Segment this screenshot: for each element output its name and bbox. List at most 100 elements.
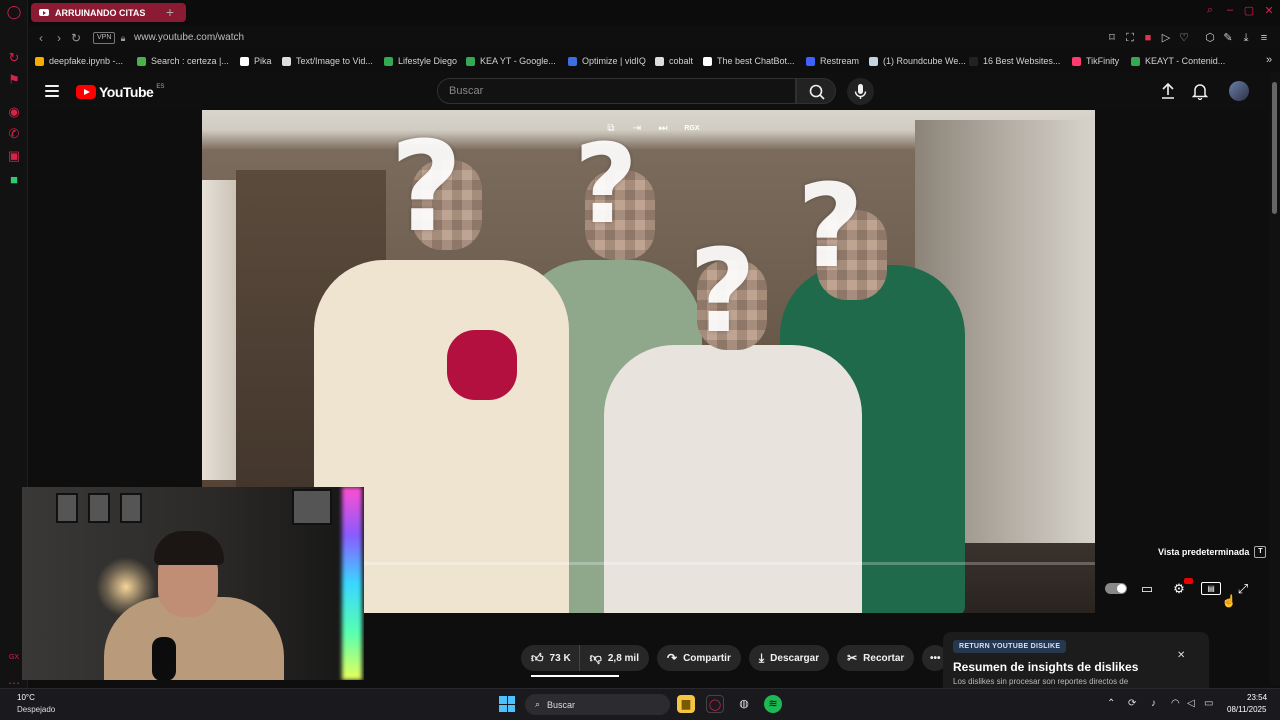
question-mark-overlay: ? — [390, 115, 463, 260]
ryd-tag: RETURN YOUTUBE DISLIKE — [953, 640, 1067, 653]
bookmark-label: deepfake.ipynb -... — [49, 56, 124, 66]
taskbar-date[interactable]: 08/11/2025 — [1227, 705, 1266, 714]
bookmark-icon[interactable]: ⌑ — [1105, 31, 1119, 45]
opera-gx-icon[interactable]: ◯ — [706, 695, 724, 713]
download-button[interactable]: ⤓ Descargar — [748, 645, 830, 671]
bookmark-favicon-icon — [240, 56, 249, 66]
whatsapp-icon[interactable]: ✆ — [6, 126, 22, 142]
player-icon[interactable]: ▷ — [1159, 31, 1173, 45]
bookmark-label: KEAYT - Contenid... — [1145, 56, 1226, 66]
dislike-button[interactable]: 👎︎ 2,8 mil — [578, 645, 649, 671]
hd-badge — [1184, 578, 1193, 584]
notifications-bell-icon[interactable] — [1191, 82, 1209, 101]
bookmark-label: TikFinity — [1086, 56, 1120, 66]
voice-search-button[interactable] — [847, 78, 874, 105]
instagram-icon[interactable]: ▣ — [6, 148, 22, 164]
forward-button[interactable]: › — [51, 30, 67, 46]
taskbar-time[interactable]: 23:54 — [1247, 693, 1267, 702]
bookmark-item[interactable]: Pika — [240, 54, 272, 68]
rgx-button[interactable]: RGX — [681, 122, 703, 136]
windows-start-icon[interactable] — [499, 696, 515, 712]
skip-icon[interactable]: ⏭ — [655, 122, 671, 136]
scrollbar-thumb[interactable] — [1272, 82, 1277, 214]
minimize-button[interactable]: – — [1221, 4, 1239, 16]
more-icon[interactable]: … — [6, 672, 22, 688]
messenger-icon[interactable]: ◉ — [6, 104, 22, 120]
account-avatar[interactable] — [1229, 81, 1249, 101]
bookmarks-overflow-icon[interactable]: » — [1262, 53, 1276, 67]
spotify-icon[interactable]: ≋ — [764, 695, 782, 713]
scissors-icon: ✂ — [847, 651, 858, 665]
bookmark-item[interactable]: Restream — [806, 54, 859, 68]
wifi-icon[interactable]: ◠ — [1171, 698, 1180, 709]
like-count: 73 K — [549, 652, 571, 664]
fullscreen-icon[interactable]: ⤢ — [1233, 580, 1253, 598]
mic-tray-icon[interactable]: ♪ — [1151, 698, 1156, 709]
bookmark-item[interactable]: Lifestyle Diego — [384, 54, 457, 68]
pen-icon[interactable]: ✎ — [1221, 31, 1235, 45]
menu-hamburger-icon[interactable] — [45, 85, 59, 97]
vpn-badge[interactable]: VPN — [93, 32, 116, 44]
extensions-icon[interactable]: ⬡ — [1203, 31, 1217, 45]
obs-icon[interactable]: ◍ — [735, 695, 753, 713]
extension-red-icon[interactable]: ■ — [1141, 31, 1155, 45]
enter-icon[interactable]: ⇥ — [629, 122, 645, 136]
bookmark-favicon-icon — [137, 56, 146, 66]
new-tab-button[interactable]: + — [162, 4, 178, 20]
menu-icon[interactable]: ≡ — [1257, 31, 1271, 45]
bookmark-item[interactable]: 16 Best Websites... — [969, 54, 1060, 68]
bookmark-label: Optimize | vidIQ — [582, 56, 646, 66]
region-code: ES — [156, 84, 165, 90]
volume-icon[interactable]: ◁ — [1187, 698, 1195, 709]
bookmark-item[interactable]: KEA YT - Google... — [466, 54, 556, 68]
weather-condition[interactable]: Despejado — [17, 705, 55, 714]
subtitles-icon[interactable]: ▭ — [1137, 580, 1157, 598]
download-icon[interactable]: ⤓ — [1239, 31, 1253, 45]
heart-icon[interactable]: ♡ — [1177, 31, 1191, 45]
youtube-logo[interactable]: YouTube ES — [76, 84, 164, 100]
aria-icon[interactable]: ⚑ — [6, 72, 22, 88]
settings-small-icon[interactable]: GX — [6, 650, 22, 666]
search-input[interactable]: Buscar — [437, 78, 796, 104]
sync-icon[interactable]: ⟳ — [1128, 698, 1136, 709]
theater-mode-icon[interactable]: ▤ — [1201, 582, 1221, 595]
bookmark-favicon-icon — [35, 56, 44, 66]
bookmark-item[interactable]: Search : certeza |... — [137, 54, 229, 68]
opera-logo-icon[interactable]: ◯ — [6, 4, 22, 20]
upload-icon[interactable] — [1160, 82, 1176, 100]
bookmark-favicon-icon — [466, 56, 475, 66]
search-tabs-icon[interactable]: ⌕ — [1201, 4, 1219, 17]
url-field[interactable]: www.youtube.com/watch — [134, 32, 244, 43]
bookmark-item[interactable]: deepfake.ipynb -... — [35, 54, 123, 68]
like-button[interactable]: 👍︎ 73 K — [521, 645, 579, 671]
reload-button[interactable]: ↻ — [68, 30, 84, 46]
clip-button[interactable]: ✂ Recortar — [837, 645, 915, 671]
screenshot-icon[interactable]: ⛶ — [1123, 31, 1137, 45]
bookmark-item[interactable]: cobalt — [655, 54, 693, 68]
bookmark-item[interactable]: The best ChatBot... — [703, 54, 795, 68]
ryd-close-icon[interactable]: ✕ — [1177, 650, 1185, 661]
bookmark-item[interactable]: KEAYT - Contenid... — [1131, 54, 1225, 68]
file-explorer-icon[interactable]: ▆ — [677, 695, 695, 713]
bookmark-item[interactable]: (1) Roundcube We... — [869, 54, 966, 68]
bookmark-item[interactable]: Optimize | vidIQ — [568, 54, 646, 68]
weather-temperature[interactable]: 10°C — [17, 693, 35, 702]
history-icon[interactable]: ↻ — [6, 50, 22, 66]
video-progress-bar[interactable] — [364, 562, 1095, 565]
popout-icon[interactable]: ⧉ — [603, 122, 619, 136]
taskbar-search[interactable]: ⌕ Buscar — [525, 694, 670, 715]
extension-icon[interactable]: ■ — [6, 172, 22, 188]
back-button[interactable]: ‹ — [33, 30, 49, 46]
battery-icon[interactable]: ▭ — [1204, 698, 1213, 709]
maximize-button[interactable]: ▢ — [1240, 4, 1258, 17]
lock-icon[interactable]: 🔒︎ — [115, 30, 131, 46]
autoplay-toggle[interactable] — [1105, 583, 1127, 594]
close-button[interactable]: ✕ — [1260, 4, 1278, 17]
bookmark-item[interactable]: Text/Image to Vid... — [282, 54, 373, 68]
search-button[interactable] — [796, 78, 836, 104]
share-button[interactable]: ↷ Compartir — [657, 645, 741, 671]
bookmark-item[interactable]: TikFinity — [1072, 54, 1119, 68]
tray-overflow-icon[interactable]: ⌃ — [1107, 698, 1115, 709]
question-mark-overlay: ? — [797, 160, 864, 294]
video-overlay-tools: ⧉ ⇥ ⏭ RGX — [603, 121, 703, 137]
